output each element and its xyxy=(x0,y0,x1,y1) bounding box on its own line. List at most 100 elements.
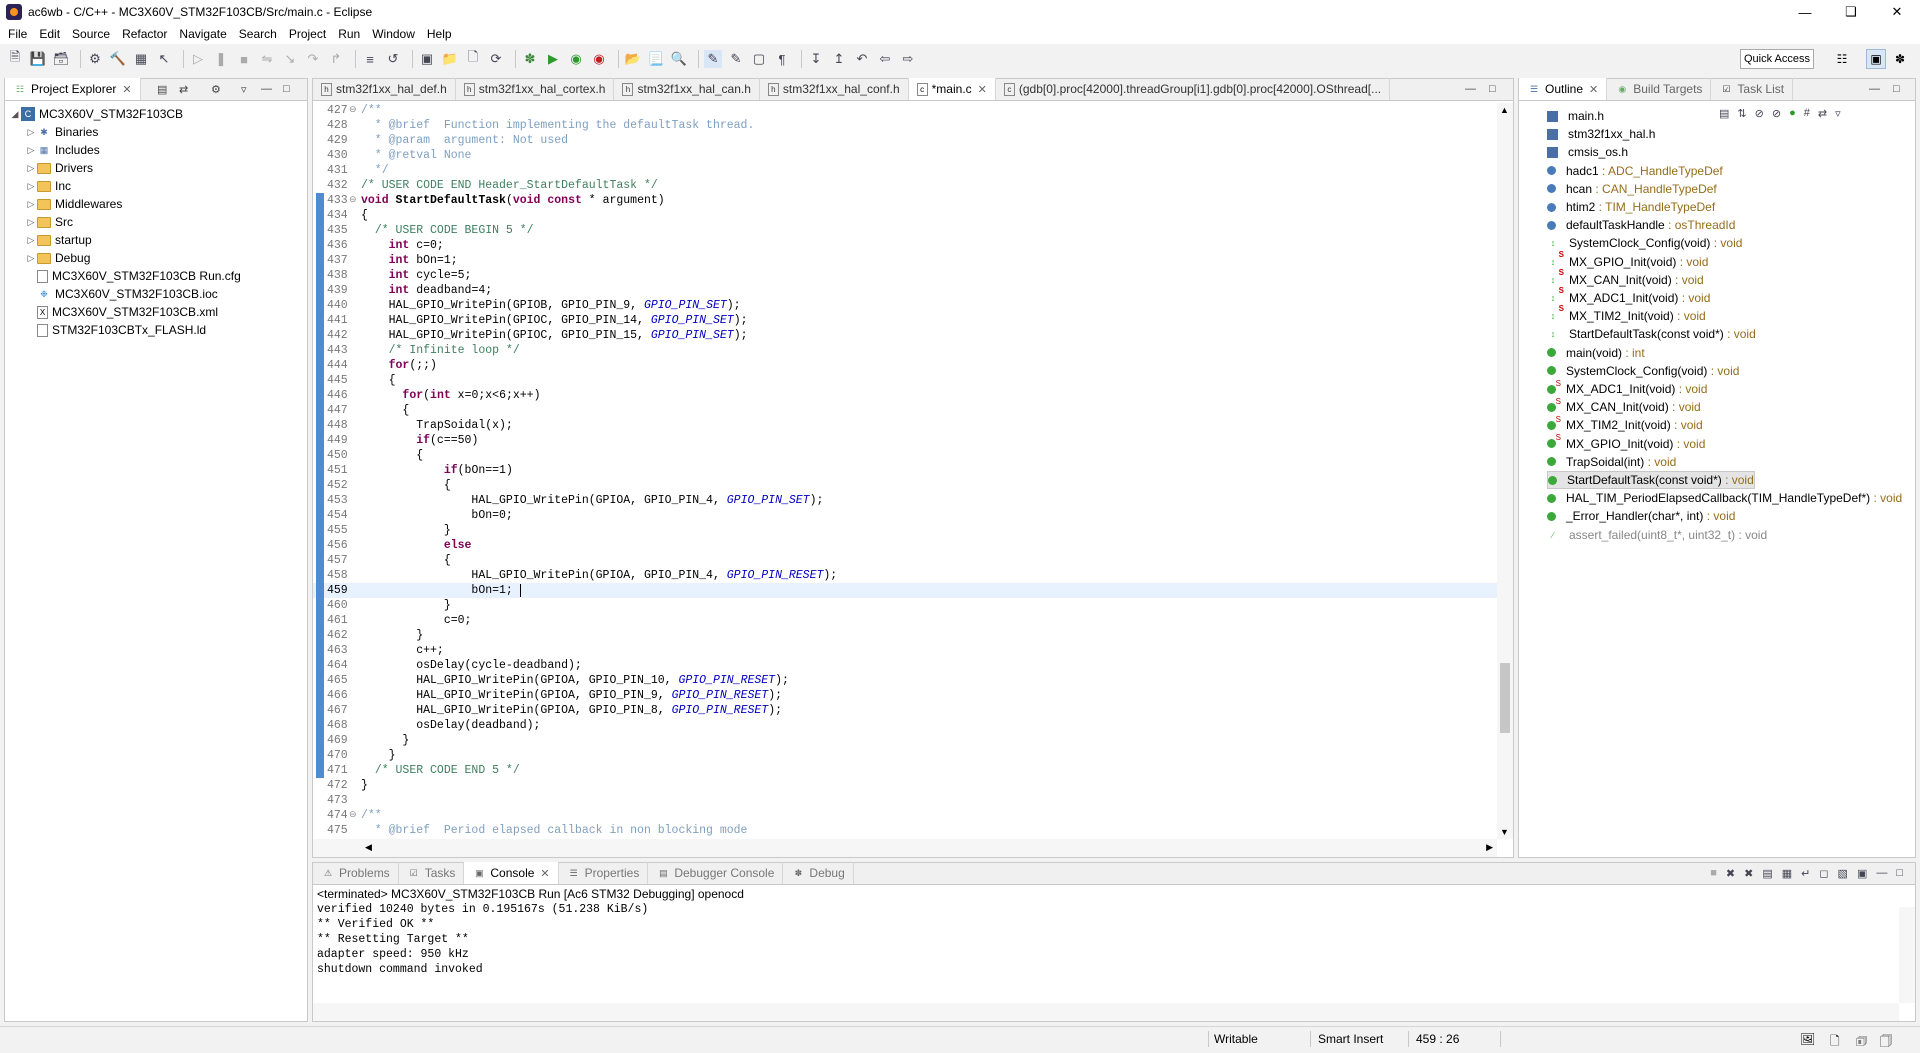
code-line[interactable]: 443 /* Infinite loop */ xyxy=(313,343,1497,358)
close-icon[interactable]: ✕ xyxy=(978,83,987,96)
chevron-right-icon[interactable]: ▷ xyxy=(25,235,37,246)
code-line[interactable]: 472} xyxy=(313,778,1497,793)
chevron-right-icon[interactable]: ▷ xyxy=(25,163,37,174)
progress-icon[interactable]: 🖼 xyxy=(1800,1032,1815,1046)
code-line[interactable]: 439 int deadband=4; xyxy=(313,283,1497,298)
code-line[interactable]: 435 /* USER CODE BEGIN 5 */ xyxy=(313,223,1497,238)
menu-refactor[interactable]: Refactor xyxy=(118,27,175,41)
clear-console-icon[interactable]: ▤ xyxy=(1762,867,1772,880)
code-line[interactable]: 449 if(c==50) xyxy=(313,433,1497,448)
scroll-thumb[interactable] xyxy=(1500,663,1510,733)
tree-item-startup[interactable]: ▷ startup xyxy=(9,231,307,249)
code-line[interactable]: 440 HAL_GPIO_WritePin(GPIOB, GPIO_PIN_9,… xyxy=(313,298,1497,313)
console-tab[interactable]: ⚠ Problems xyxy=(313,862,399,884)
hide-static-icon[interactable]: ⊘ xyxy=(1772,107,1781,120)
minimize-view-icon[interactable]: — xyxy=(1869,83,1880,95)
run-icon[interactable]: ▶ xyxy=(544,50,562,68)
tree-item-middlewares[interactable]: ▷ Middlewares xyxy=(9,195,307,213)
code-line[interactable]: 442 HAL_GPIO_WritePin(GPIOC, GPIO_PIN_15… xyxy=(313,328,1497,343)
menu-search[interactable]: Search xyxy=(235,27,285,41)
prev-annotation-icon[interactable]: ↥ xyxy=(830,50,848,68)
debug-icon[interactable]: ✽ xyxy=(521,50,539,68)
outline-item[interactable]: defaultTaskHandle : osThreadId xyxy=(1547,216,1735,234)
save-icon[interactable]: 💾 xyxy=(29,50,47,68)
editor-horizontal-scrollbar[interactable]: ◀ ▶ xyxy=(313,839,1497,857)
console-output[interactable]: <terminated> MC3X60V_STM32F103CB Run [Ac… xyxy=(317,887,744,977)
code-line[interactable]: 447 { xyxy=(313,403,1497,418)
close-icon[interactable]: ✕ xyxy=(122,83,131,96)
code-line[interactable]: 430 * @retval None xyxy=(313,148,1497,163)
hide-non-public-icon[interactable]: ● xyxy=(1789,107,1796,120)
tab-outline[interactable]: ☰ Outline ✕ xyxy=(1519,78,1608,100)
forward-icon[interactable]: ⇨ xyxy=(899,50,917,68)
link-editor-icon[interactable]: ⇄ xyxy=(1818,107,1827,120)
tab-build-targets[interactable]: ◉ Build Targets xyxy=(1607,78,1712,100)
code-line[interactable]: 446 for(int x=0;x<6;x++) xyxy=(313,388,1497,403)
disconnect-icon[interactable]: ⇋ xyxy=(258,50,276,68)
code-line[interactable]: 429 * @param argument: Not used xyxy=(313,133,1497,148)
code-line[interactable]: 461 c=0; xyxy=(313,613,1497,628)
code-line[interactable]: 470 } xyxy=(313,748,1497,763)
chevron-down-icon[interactable]: ◢ xyxy=(9,109,21,120)
code-line[interactable]: 456 else xyxy=(313,538,1497,553)
terminate-icon[interactable]: ■ xyxy=(235,50,253,68)
minimize-view-icon[interactable]: — xyxy=(1876,867,1887,880)
display-console-icon[interactable]: ▧ xyxy=(1838,867,1848,880)
outline-item[interactable]: stm32f1xx_hal.h xyxy=(1547,125,1655,143)
menu-navigate[interactable]: Navigate xyxy=(175,27,234,41)
editor-tab[interactable]: h stm32f1xx_hal_can.h xyxy=(614,78,760,100)
editor-tab[interactable]: c *main.c ✕ xyxy=(908,78,996,100)
outline-item[interactable]: hadc1 : ADC_HandleTypeDef xyxy=(1547,162,1723,180)
outline-item[interactable]: ↕ MX_GPIO_Init(void) : void xyxy=(1547,250,1709,271)
new-class-icon[interactable]: ▣ xyxy=(418,50,436,68)
new-icon[interactable]: 🗎 xyxy=(6,49,24,68)
terminate-icon[interactable]: ■ xyxy=(1710,867,1717,880)
editor-tab[interactable]: h stm32f1xx_hal_def.h xyxy=(313,78,456,100)
outline-item[interactable]: _Error_Handler(char*, int) : void xyxy=(1547,507,1735,525)
tab-project-explorer[interactable]: ☷ Project Explorer ✕ xyxy=(5,78,141,100)
menu-file[interactable]: File xyxy=(4,27,35,41)
pin-console-icon[interactable]: ◻ xyxy=(1819,867,1828,880)
outline-item[interactable]: MX_TIM2_Init(void) : void xyxy=(1547,415,1703,434)
coverage-icon[interactable]: ◉ xyxy=(567,50,585,68)
tree-item-binaries[interactable]: ▷ ✱ Binaries xyxy=(9,123,307,141)
remove-all-icon[interactable]: ✖ xyxy=(1744,867,1753,880)
open-perspective-icon[interactable]: ☷ xyxy=(1832,49,1852,69)
outline-item[interactable]: ↕ SystemClock_Config(void) : void xyxy=(1547,234,1743,252)
back-icon[interactable]: ⇦ xyxy=(876,50,894,68)
menu-project[interactable]: Project xyxy=(285,27,334,41)
code-line[interactable]: 465 HAL_GPIO_WritePin(GPIOA, GPIO_PIN_10… xyxy=(313,673,1497,688)
code-line[interactable]: 454 bOn=0; xyxy=(313,508,1497,523)
code-line[interactable]: 453 HAL_GPIO_WritePin(GPIOA, GPIO_PIN_4,… xyxy=(313,493,1497,508)
outline-item[interactable]: MX_ADC1_Init(void) : void xyxy=(1547,379,1707,398)
code-line[interactable]: 469 } xyxy=(313,733,1497,748)
build-icon[interactable]: 🔨 xyxy=(109,50,127,68)
scroll-down-icon[interactable]: ▼ xyxy=(1500,827,1509,837)
chevron-right-icon[interactable]: ▷ xyxy=(25,145,37,156)
menu-help[interactable]: Help xyxy=(423,27,460,41)
code-line[interactable]: 458 HAL_GPIO_WritePin(GPIOA, GPIO_PIN_4,… xyxy=(313,568,1497,583)
highlight-icon[interactable]: ✎ xyxy=(704,50,722,68)
tree-item-src[interactable]: ▷ Src xyxy=(9,213,307,231)
tree-root[interactable]: ◢ C MC3X60V_STM32F103CB xyxy=(9,105,307,123)
code-line[interactable]: 455 } xyxy=(313,523,1497,538)
step-into-icon[interactable]: ↘ xyxy=(281,50,299,68)
console-tab[interactable]: ☰ Properties xyxy=(559,862,649,884)
maximize-icon[interactable]: ❑ xyxy=(1828,0,1874,24)
console-horizontal-scrollbar[interactable] xyxy=(313,1003,1899,1021)
outline-item[interactable]: ↕ MX_CAN_Init(void) : void xyxy=(1547,268,1704,289)
build-all-icon[interactable]: ▦ xyxy=(132,50,150,68)
code-line[interactable]: 463 c++; xyxy=(313,643,1497,658)
remove-launch-icon[interactable]: ✖ xyxy=(1726,867,1735,880)
open-console-icon[interactable]: ▣ xyxy=(1857,867,1867,880)
tree-file-ioc[interactable]: ❉ MC3X60V_STM32F103CB.ioc xyxy=(9,285,307,303)
chevron-right-icon[interactable]: ▷ xyxy=(25,217,37,228)
collapse-all-icon[interactable]: ▤ xyxy=(157,83,167,96)
last-edit-icon[interactable]: ↶ xyxy=(853,50,871,68)
outline-item[interactable]: cmsis_os.h xyxy=(1547,143,1628,161)
chevron-right-icon[interactable]: ▷ xyxy=(25,181,37,192)
outline-item[interactable]: ∕ assert_failed(uint8_t*, uint32_t) : voi… xyxy=(1547,526,1767,544)
outline-item[interactable]: htim2 : TIM_HandleTypeDef xyxy=(1547,198,1715,216)
scroll-lock-icon[interactable]: ▦ xyxy=(1782,867,1792,880)
close-icon[interactable]: ✕ xyxy=(540,867,549,880)
